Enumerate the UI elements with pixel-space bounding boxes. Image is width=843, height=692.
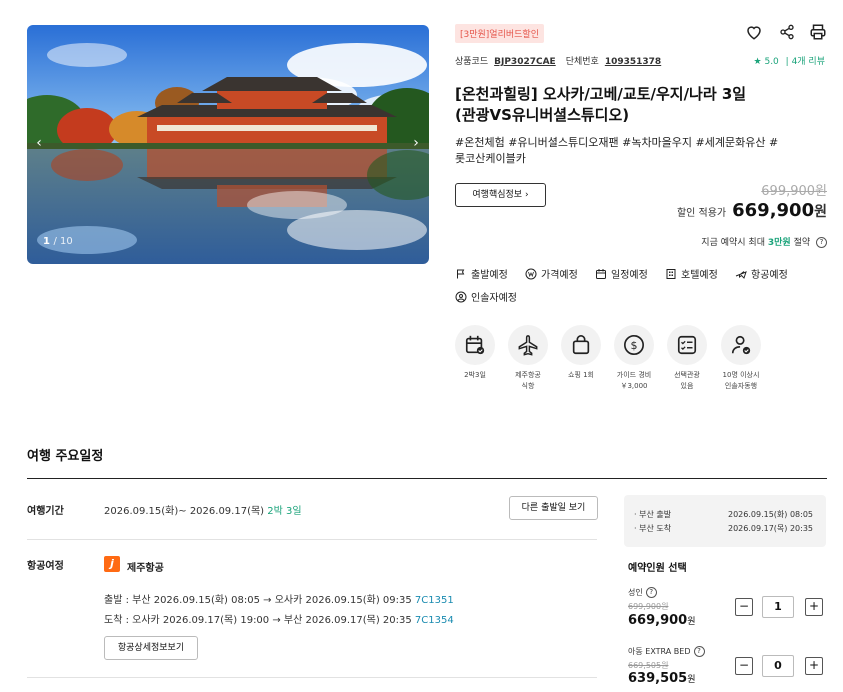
review-count[interactable]: | 4개 리뷰 — [786, 57, 825, 67]
product-image-carousel[interactable] — [27, 25, 429, 264]
adult-label: 성인? — [628, 587, 657, 598]
flight-detail-button[interactable]: 항공상세정보보기 — [104, 636, 198, 660]
departure-flight: 출발 : 부산 2026.09.15(화) 08:05 → 오사카 2026.0… — [104, 595, 454, 606]
dollar-icon: $ — [624, 335, 644, 355]
adult-price: 669,900원 — [628, 613, 696, 628]
plane-icon — [518, 335, 538, 356]
carousel-counter: 1 / 10 — [43, 236, 73, 247]
rating[interactable]: ★ 5.0 | 4개 리뷰 — [754, 54, 825, 67]
building-icon — [666, 268, 676, 279]
adult-original-price: 699,900원 — [628, 602, 669, 611]
departure-summary: · 부산 출발 2026.09.15(화) 08:05 · 부산 도착 2026… — [624, 495, 826, 547]
adult-quantity-input[interactable]: 1 — [762, 596, 794, 618]
feature-label: 제주항공 식항 — [515, 371, 541, 390]
hashtags: #온천체험 #유니버셜스튜디오재팬 #녹차마을우지 #세계문화유산 # 롯코산케… — [455, 136, 779, 165]
help-icon[interactable]: ? — [693, 646, 705, 657]
help-icon[interactable]: ? — [816, 237, 827, 248]
group-no[interactable]: 109351378 — [605, 57, 661, 67]
divider — [27, 478, 827, 479]
child-original-price: 669,505원 — [628, 661, 669, 670]
feature-label: 쇼핑 1회 — [568, 371, 594, 379]
period-label: 여행기간 — [27, 506, 64, 517]
sale-price: 669,900 — [732, 200, 815, 221]
shopping-bag-icon — [572, 335, 590, 355]
product-title: [온천과힐링] 오사카/고베/교토/우지/나라 3일 (관광VS유니버셜스튜디오… — [455, 85, 747, 124]
nav-flight[interactable]: 항공예정 — [735, 266, 788, 281]
feature-guide-fee: $ — [614, 325, 654, 365]
pax-select-title: 예약인원 선택 — [628, 563, 687, 574]
feature-duration — [455, 325, 495, 365]
rating-score: 5.0 — [764, 57, 779, 67]
person-check-icon — [731, 335, 751, 355]
divider — [27, 677, 597, 678]
feature-shopping — [561, 325, 601, 365]
feature-airline — [508, 325, 548, 365]
airline-name: 제주항공 — [127, 563, 164, 574]
child-increment-button[interactable]: + — [805, 657, 823, 675]
feature-optional-tour — [667, 325, 707, 365]
child-decrement-button[interactable]: − — [735, 657, 753, 675]
nav-hotel[interactable]: 호텔예정 — [665, 266, 718, 281]
original-price: 699,900원 — [761, 184, 827, 199]
share-icon[interactable] — [779, 24, 795, 40]
chevron-right-icon: › — [524, 190, 529, 200]
checklist-icon — [677, 335, 697, 355]
child-label: 아동 EXTRA BED? — [628, 646, 705, 657]
star-icon: ★ — [753, 57, 762, 67]
child-quantity-input[interactable]: 0 — [762, 655, 794, 677]
schedule-nav: 출발예정 가격예정 일정예정 호텔예정 항공예정 — [455, 266, 788, 283]
promo-tag: [3만원]얼리버드할인 — [455, 24, 544, 43]
product-code-label: 상품코드 — [455, 57, 489, 67]
print-icon[interactable] — [809, 23, 827, 41]
divider — [27, 539, 597, 540]
product-meta: 상품코드 BJP3027CAE 단체번호 109351378 — [455, 54, 671, 67]
flight-label: 항공여정 — [27, 561, 64, 572]
return-flight: 도착 : 오사카 2026.09.17(목) 19:00 → 부산 2026.0… — [104, 615, 454, 626]
temple-photo — [27, 25, 429, 264]
carousel-prev-icon[interactable]: ‹ — [31, 135, 47, 151]
jeju-air-logo-icon: j — [104, 556, 120, 572]
booking-savings: 지금 예약시 최대 3만원 절약 ? — [701, 235, 827, 248]
calendar-icon — [596, 268, 606, 279]
plane-icon — [735, 270, 747, 279]
help-icon[interactable]: ? — [645, 587, 657, 598]
child-price: 639,505원 — [628, 671, 696, 686]
travel-info-button[interactable]: 여행핵심정보 › — [455, 183, 546, 207]
won-icon — [525, 268, 537, 279]
period-value: 2026.09.15(화)~ 2026.09.17(목) 2박 3일 — [104, 506, 302, 517]
feature-label: 10명 이상시 인솔자동행 — [722, 371, 760, 390]
carousel-next-icon[interactable]: › — [408, 135, 424, 151]
nav-schedule[interactable]: 일정예정 — [595, 266, 648, 281]
other-dates-button[interactable]: 다른 출발일 보기 — [509, 496, 598, 520]
feature-label: 선택관광 있음 — [674, 371, 700, 390]
nav-price[interactable]: 가격예정 — [525, 266, 578, 281]
svg-text:$: $ — [631, 339, 638, 352]
feature-label: 가이드 경비 ￥3,000 — [616, 371, 652, 390]
adult-decrement-button[interactable]: − — [735, 598, 753, 616]
calendar-check-icon — [465, 335, 485, 355]
sale-price-line: 할인 적용가 669,900원 — [676, 200, 827, 221]
adult-increment-button[interactable]: + — [805, 598, 823, 616]
feature-label: 2박3일 — [464, 371, 486, 379]
itinerary-section-title: 여행 주요일정 — [27, 449, 104, 464]
person-icon — [455, 291, 467, 302]
heart-icon[interactable] — [745, 23, 763, 41]
product-code[interactable]: BJP3027CAE — [494, 57, 556, 67]
nav-departure[interactable]: 출발예정 — [455, 266, 508, 281]
nav-guide[interactable]: 인솔자예정 — [455, 289, 517, 304]
group-no-label: 단체번호 — [565, 57, 599, 67]
flag-icon — [457, 269, 465, 278]
feature-guide-escort — [721, 325, 761, 365]
